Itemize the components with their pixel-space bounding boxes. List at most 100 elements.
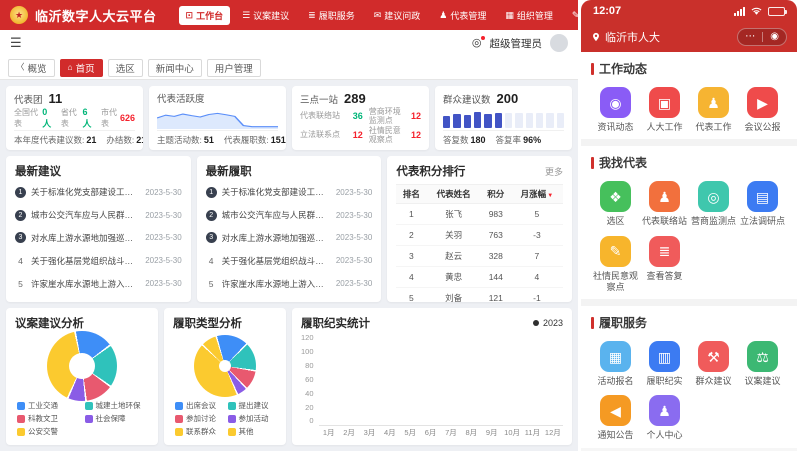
list-item[interactable]: 3 对水库上游水源地加强巡视检查，加强... 2023-5-30 bbox=[15, 232, 182, 244]
chart-title: 履职类型分析 bbox=[173, 318, 242, 330]
divider bbox=[581, 299, 797, 306]
legend-label: 参加讨论 bbox=[186, 414, 216, 423]
nav-item-delegates[interactable]: ♟ 代表管理 bbox=[432, 6, 493, 25]
table-cell: 144 bbox=[480, 266, 511, 288]
legend-label: 公安交警 bbox=[28, 427, 58, 436]
legend-item[interactable]: 工业交通 bbox=[17, 400, 80, 411]
ranking-header-row: 排名 代表姓名 积分 月涨幅▼ bbox=[396, 184, 564, 204]
activity-footer: 主题活动数: 51 代表履职数: 151 bbox=[157, 130, 286, 146]
app-duty-record[interactable]: ▥ 履职纪实 bbox=[640, 341, 689, 387]
app-npc-work[interactable]: ▣ 人大工作 bbox=[640, 87, 689, 133]
list-item-title: 关于强化基层党组织战斗力，提升村干... bbox=[31, 255, 140, 266]
app-legislation-research[interactable]: ▤ 立法调研点 bbox=[738, 181, 787, 227]
hamburger-icon[interactable]: ☰ bbox=[10, 35, 22, 51]
tab-district[interactable]: 选区 bbox=[107, 58, 143, 77]
table-row[interactable]: 3 赵云 328 7 bbox=[396, 245, 564, 267]
legend-item[interactable]: 公安交警 bbox=[17, 426, 80, 437]
legend-item[interactable]: 提出建议 bbox=[227, 400, 276, 411]
more-menu-icon[interactable]: ⋯ bbox=[738, 32, 762, 42]
find-delegate-grid: ❖ 选区 ♟ 代表联络站 ◎ 营商监测点 ▤ 立法调研点 ✎ 社情民意观察点 ≣ 查看答复 bbox=[591, 181, 787, 293]
legend-label: 社会保障 bbox=[95, 414, 126, 423]
app-news-feed[interactable]: ◉ 资讯动态 bbox=[591, 87, 640, 133]
tab-users[interactable]: 用户管理 bbox=[206, 58, 261, 77]
list-item[interactable]: 1 关于标准化党支部建设工作的建议 2023-5-30 bbox=[205, 186, 372, 198]
list-item-title: 对水库上游水源地加强巡视检查，加强... bbox=[221, 232, 331, 243]
exit-target-icon[interactable]: ◉ bbox=[763, 32, 786, 42]
avatar[interactable] bbox=[550, 34, 568, 52]
chevron-left-icon: 〈 bbox=[16, 62, 25, 73]
list-item[interactable]: 1 关于标准化党支部建设工作的建议 2023-5-30 bbox=[15, 186, 182, 198]
nav-item-consult[interactable]: ✉ 建议问政 bbox=[367, 6, 428, 25]
duty-type-legend: 出席会议 提出建议参加讨论 参加活动联系群众 其他 bbox=[173, 400, 277, 438]
main-nav: ⊡工作台☰议案建议≣履职服务✉建议问政♟代表管理▦组织管理✎内容管理⚙系统管理 bbox=[178, 5, 578, 25]
section-title: 履职服务 bbox=[599, 316, 648, 330]
table-cell: 刘备 bbox=[426, 287, 481, 302]
table-row[interactable]: 4 黄忠 144 4 bbox=[396, 266, 564, 288]
list-item[interactable]: 4 关于强化基层党组织战斗力，提升村干... 2023-5-30 bbox=[15, 255, 182, 267]
nav-item-proposals[interactable]: ☰ 议案建议 bbox=[235, 6, 296, 25]
list-item[interactable]: 2 城市公交汽车应与人民群众生活息息相... 2023-5-30 bbox=[15, 209, 182, 221]
year-legend[interactable]: 2023 bbox=[532, 318, 563, 328]
proposal-analysis-card: 议案建议分析 工业交通 城建土地环保 科教文卫 社会保障 公安交警 bbox=[6, 308, 158, 445]
app-district-map[interactable]: ❖ 选区 bbox=[591, 181, 640, 227]
current-user[interactable]: 超级管理员 bbox=[490, 36, 543, 51]
stat-item: 省代表 6人 bbox=[61, 107, 94, 130]
nav-item-duty-service[interactable]: ≣ 履职服务 bbox=[301, 6, 362, 25]
legend-item[interactable]: 城建土地环保 bbox=[84, 400, 148, 411]
app-mass-suggestion[interactable]: ⚒ 群众建议 bbox=[689, 341, 738, 387]
table-header-cell: 积分 bbox=[480, 184, 511, 204]
tab-news[interactable]: 新闻中心 bbox=[147, 58, 202, 77]
sort-desc-icon[interactable]: ▼ bbox=[547, 193, 553, 199]
app-delegate-work[interactable]: ♟ 代表工作 bbox=[689, 87, 738, 133]
tab-home[interactable]: ⌂ 首页 bbox=[59, 58, 103, 77]
app-profile[interactable]: ♟ 个人中心 bbox=[640, 395, 689, 441]
app-business-monitor[interactable]: ◎ 营商监测点 bbox=[689, 181, 738, 227]
table-row[interactable]: 2 关羽 763 -3 bbox=[396, 224, 564, 246]
app-activity-signup[interactable]: ▦ 活动报名 bbox=[591, 341, 640, 387]
legend-label: 参加活动 bbox=[238, 414, 269, 423]
notification-icon[interactable]: ◎ bbox=[472, 35, 485, 49]
mobile-header: 12:07 临沂市人大 ⋯ ◉ bbox=[581, 0, 797, 52]
legend-item[interactable]: 参加活动 bbox=[227, 413, 276, 424]
legend-item[interactable]: 参加讨论 bbox=[175, 413, 223, 424]
legend-item[interactable]: 联系群众 bbox=[175, 426, 223, 437]
card-activity: 代表活跃度 主题活动数: 51 代表履职数: 151 bbox=[149, 86, 286, 150]
app-meeting-bulletin[interactable]: ▶ 会议公报 bbox=[738, 87, 787, 133]
card-delegation: 代表团 11 全国代表 0人 省代表 6人 市代表 626 本年度代表建议数: 21 办结数:… bbox=[6, 86, 143, 150]
app-title[interactable]: 临沂市人大 bbox=[591, 29, 660, 45]
list-item[interactable]: 5 许家崖水库水源地上游入库河道生态保... 2023-5-30 bbox=[206, 278, 373, 290]
legend-item[interactable]: 其他 bbox=[227, 426, 276, 437]
duty-type-card: 履职类型分析 出席会议 提出建议参加讨论 参加活动联系群众 其他 bbox=[164, 308, 286, 445]
list-item[interactable]: 5 许家崖水库水源地上游入库河道生态保... 2023-5-30 bbox=[15, 278, 182, 290]
x-tick-label: 11月 bbox=[524, 427, 541, 437]
app-label: 营商监测点 bbox=[690, 216, 736, 227]
app-view-reply[interactable]: ≣ 查看答复 bbox=[640, 235, 689, 294]
app-public-opinion[interactable]: ✎ 社情民意观察点 bbox=[591, 235, 640, 294]
app-notice[interactable]: ◀ 通知公告 bbox=[591, 395, 640, 441]
ranking-card: 代表积分排行 更多 排名 代表姓名 积分 月涨幅▼ 1 张飞 983 5 2 关羽 763 -3 3 赵… bbox=[387, 156, 573, 302]
stat-item: 社情民意观察点 12 bbox=[369, 126, 421, 145]
app-liaison-station[interactable]: ♟ 代表联络站 bbox=[640, 181, 689, 227]
nav-item-content[interactable]: ✎内容管理 bbox=[565, 6, 578, 25]
legend-item[interactable]: 出席会议 bbox=[175, 400, 223, 411]
app-proposal-suggestion[interactable]: ⚖ 议案建议 bbox=[738, 341, 787, 387]
list-item[interactable]: 4 关于强化基层党组织战斗力，提升村干... 2023-5-30 bbox=[206, 255, 373, 267]
stat-label: 全国代表 bbox=[14, 108, 38, 128]
legend-item[interactable]: 科教文卫 bbox=[17, 413, 80, 424]
nav-item-organization[interactable]: ▦ 组织管理 bbox=[498, 6, 560, 25]
nav-item-workbench[interactable]: ⊡ 工作台 bbox=[178, 5, 231, 25]
miniprogram-capsule: ⋯ ◉ bbox=[737, 28, 787, 46]
list-item[interactable]: 2 城市公交汽车应与人民群众生活息息相... 2023-5-30 bbox=[205, 209, 372, 221]
tab-overview[interactable]: 〈概览 bbox=[8, 58, 55, 77]
legend-item[interactable]: 社会保障 bbox=[84, 413, 148, 424]
table-row[interactable]: 5 刘备 121 -1 bbox=[396, 287, 564, 302]
rank-badge: 5 bbox=[18, 278, 23, 289]
rank-badge: 4 bbox=[18, 255, 23, 266]
nav-item-label: 组织管理 bbox=[516, 10, 553, 21]
list-item[interactable]: 3 对水库上游水源地加强巡视检查，加强... 2023-5-30 bbox=[205, 232, 372, 244]
legend-dot-icon bbox=[532, 320, 539, 326]
more-link[interactable]: 更多 bbox=[545, 165, 563, 178]
table-cell: 关羽 bbox=[426, 224, 481, 246]
table-row[interactable]: 1 张飞 983 5 bbox=[396, 203, 564, 225]
y-tick-label: 20 bbox=[305, 402, 314, 412]
